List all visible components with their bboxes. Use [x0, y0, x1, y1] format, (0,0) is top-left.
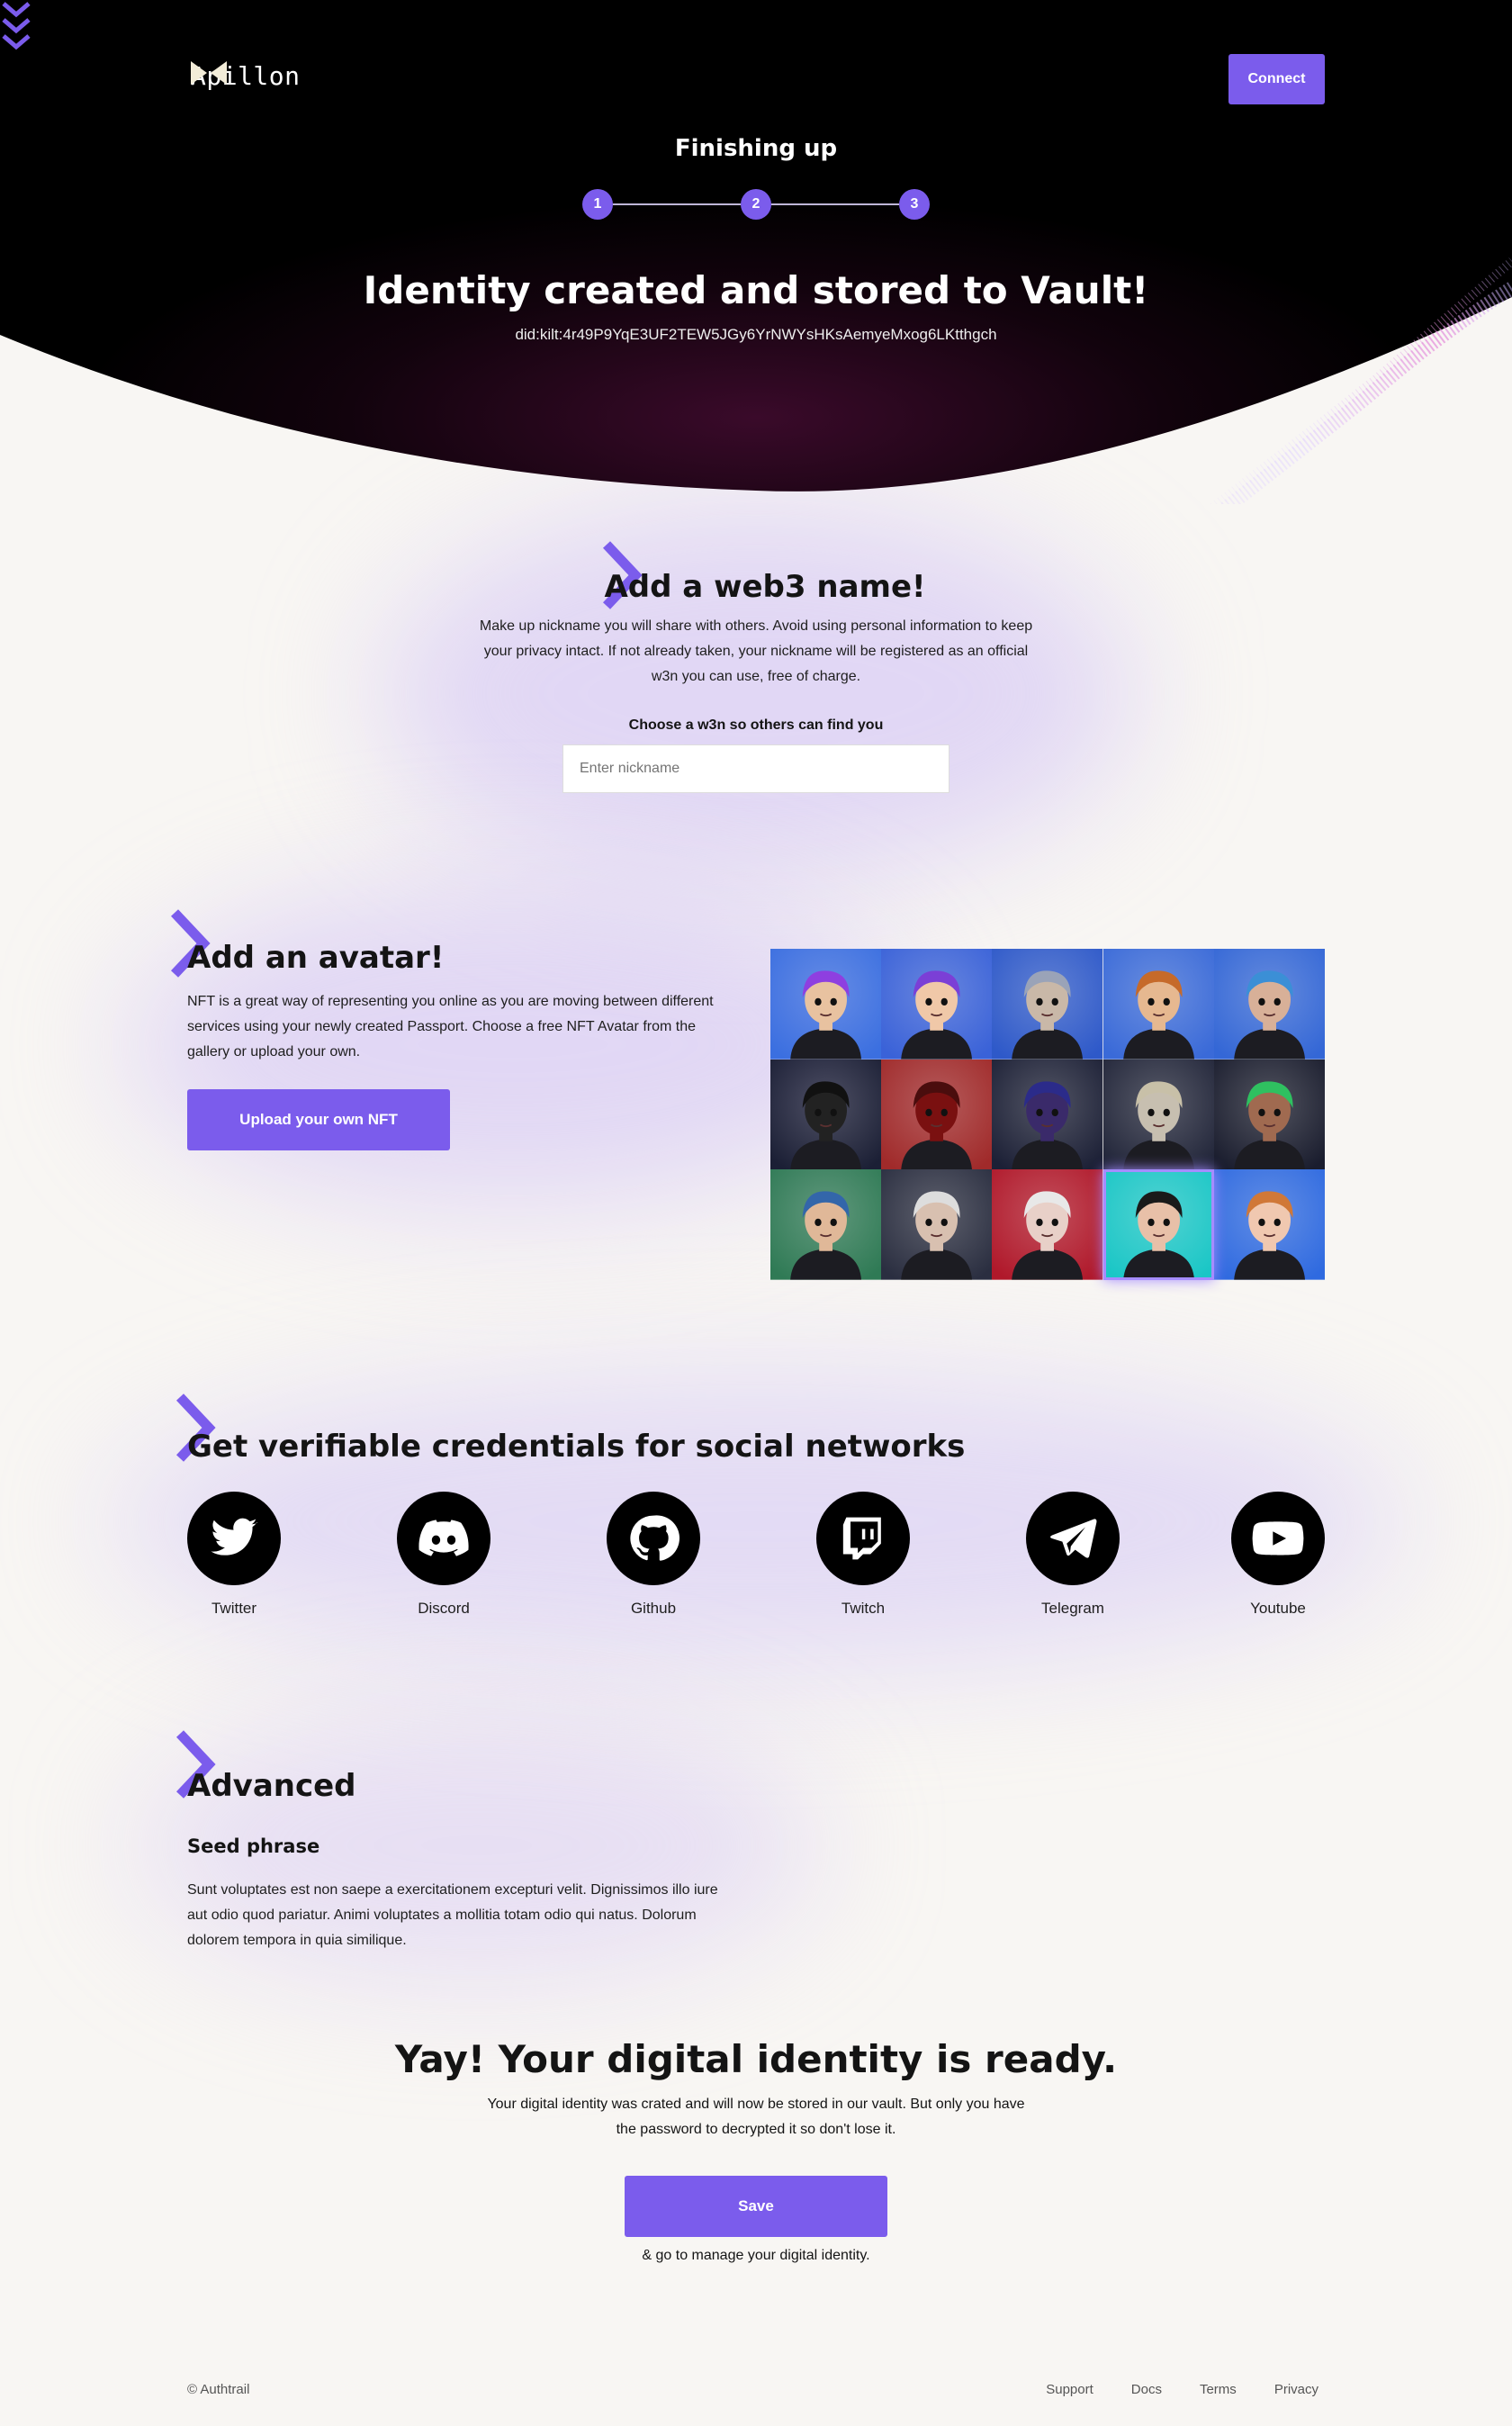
avatar-image	[1213, 1169, 1325, 1280]
avatar-tile[interactable]	[1102, 949, 1214, 1060]
scroll-down-icon[interactable]	[0, 0, 32, 56]
advanced-title[interactable]: Advanced	[187, 1768, 356, 1804]
youtube-icon	[1231, 1492, 1325, 1585]
social-label: Youtube	[1250, 1600, 1306, 1617]
step-3: 3	[899, 189, 930, 220]
connect-button[interactable]: Connect	[1228, 54, 1325, 104]
avatar-description: NFT is a great way of representing you o…	[187, 994, 714, 1060]
final-title: Yay! Your digital identity is ready.	[394, 2037, 1118, 2081]
avatar-image	[881, 1059, 993, 1170]
telegram-icon	[1026, 1492, 1120, 1585]
did-identifier: did:kilt:4r49P9YqE3UF2TEW5JGy6YrNWYsHKsA…	[515, 326, 997, 343]
avatar-image	[1102, 1059, 1214, 1170]
footer-link-support[interactable]: Support	[1046, 2382, 1094, 2397]
progress-stepper: 1 2 3	[582, 189, 930, 220]
social-telegram[interactable]: Telegram	[1026, 1492, 1120, 1618]
social-label: Twitter	[211, 1600, 257, 1617]
save-note: & go to manage your digital identity.	[642, 2248, 870, 2263]
avatar-image	[1213, 1059, 1325, 1170]
avatar-tile[interactable]	[1213, 1059, 1325, 1170]
footer-link-privacy[interactable]: Privacy	[1274, 2382, 1318, 2397]
nickname-input[interactable]	[562, 744, 950, 793]
progress-title: Finishing up	[674, 135, 838, 162]
avatar-image	[770, 1169, 882, 1280]
social-label: Github	[630, 1600, 677, 1617]
discord-icon	[397, 1492, 490, 1585]
avatar-image	[992, 1059, 1103, 1170]
step-2: 2	[741, 189, 771, 220]
step-connector	[613, 203, 741, 205]
web3name-title: Add a web3 name!	[604, 569, 926, 605]
avatar-gallery	[770, 949, 1325, 1280]
avatar-tile[interactable]	[770, 949, 882, 1060]
social-twitch[interactable]: Twitch	[816, 1492, 910, 1618]
avatar-tile[interactable]	[992, 949, 1103, 1060]
hero-title: Identity created and stored to Vault!	[363, 268, 1149, 312]
background-glow	[378, 504, 1134, 882]
avatar-tile[interactable]	[881, 949, 993, 1060]
hero: Apillon Connect Finishing up 1 2 3 Ident…	[0, 0, 1512, 504]
save-button[interactable]: Save	[625, 2176, 887, 2237]
footer-link-docs[interactable]: Docs	[1131, 2382, 1162, 2397]
avatar-tile[interactable]	[770, 1169, 882, 1280]
apillon-logo-icon	[191, 61, 227, 85]
avatar-image	[1102, 949, 1214, 1060]
credentials-title: Get verifiable credentials for social ne…	[187, 1429, 966, 1465]
avatar-tile[interactable]	[1213, 949, 1325, 1060]
social-discord[interactable]: Discord	[397, 1492, 490, 1618]
step-1: 1	[582, 189, 613, 220]
seed-phrase-text: Sunt voluptates est non saepe a exercita…	[187, 1882, 718, 1948]
avatar-tile[interactable]	[1102, 1169, 1214, 1280]
avatar-tile[interactable]	[992, 1059, 1103, 1170]
upload-nft-button[interactable]: Upload your own NFT	[187, 1089, 450, 1150]
avatar-image	[881, 1169, 993, 1280]
avatar-tile[interactable]	[770, 1059, 882, 1170]
social-label: Twitch	[841, 1600, 886, 1617]
footer-links: Support Docs Terms Privacy	[1046, 2382, 1318, 2397]
avatar-title: Add an avatar!	[187, 940, 445, 976]
avatar-tile[interactable]	[992, 1169, 1103, 1280]
avatar-tile[interactable]	[881, 1059, 993, 1170]
social-twitter[interactable]: Twitter	[187, 1492, 281, 1618]
social-youtube[interactable]: Youtube	[1231, 1492, 1325, 1618]
social-label: Telegram	[1041, 1600, 1104, 1617]
social-github[interactable]: Github	[607, 1492, 700, 1618]
twitch-icon	[816, 1492, 910, 1585]
web3name-description: Make up nickname you will share with oth…	[479, 618, 1033, 684]
avatar-image	[992, 949, 1103, 1060]
avatar-tile[interactable]	[1213, 1169, 1325, 1280]
social-label: Discord	[418, 1600, 470, 1617]
github-icon	[607, 1492, 700, 1585]
avatar-tile[interactable]	[1102, 1059, 1214, 1170]
w3n-input-label: Choose a w3n so others can find you	[628, 717, 884, 733]
avatar-image	[770, 1059, 882, 1170]
step-connector	[771, 203, 899, 205]
social-networks: Twitter Discord Github Twitch Telegram Y…	[187, 1492, 1325, 1627]
avatar-image	[992, 1169, 1103, 1280]
footer-copyright: © Authtrail	[187, 2382, 250, 2397]
avatar-image	[1102, 1169, 1214, 1280]
footer-link-terms[interactable]: Terms	[1200, 2382, 1237, 2397]
avatar-tile[interactable]	[881, 1169, 993, 1280]
twitter-icon	[187, 1492, 281, 1585]
avatar-image	[1213, 949, 1325, 1060]
seed-phrase-title: Seed phrase	[187, 1835, 320, 1857]
brand-logo[interactable]: Apillon	[191, 61, 301, 91]
avatar-image	[881, 949, 993, 1060]
final-text: Your digital identity was crated and wil…	[487, 2097, 1025, 2137]
avatar-image	[770, 949, 882, 1060]
